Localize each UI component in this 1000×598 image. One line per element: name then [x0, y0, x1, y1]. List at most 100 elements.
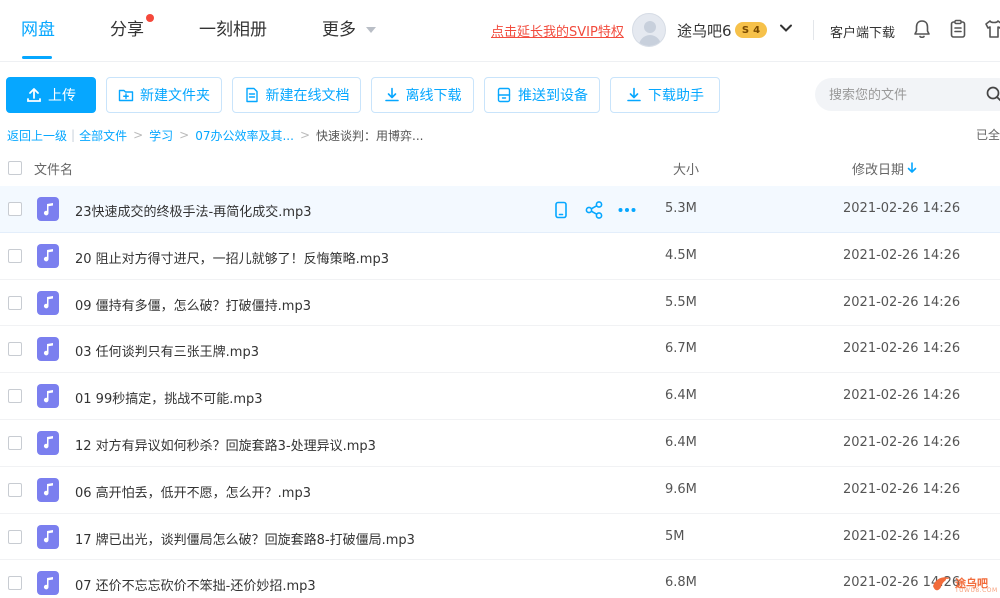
- table-row[interactable]: 06 高开怕丢，低开不愿，怎么开？.mp3 9.6M 2021-02-26 14…: [0, 467, 1000, 514]
- more-dropdown-icon[interactable]: [366, 27, 376, 33]
- file-modified-date: 2021-02-26 14:26: [843, 294, 961, 310]
- share-icon[interactable]: [584, 200, 604, 220]
- audio-file-icon: [37, 477, 59, 502]
- audio-file-icon: [37, 243, 59, 268]
- username[interactable]: 途乌吧6: [677, 20, 732, 41]
- row-checkbox[interactable]: [8, 389, 22, 404]
- offline-download-button[interactable]: 离线下载: [371, 77, 474, 113]
- audio-file-icon: [37, 337, 59, 362]
- file-name[interactable]: 17 牌已出光，谈判僵局怎么破？回旋套路8-打破僵局.mp3: [75, 529, 415, 548]
- more-icon[interactable]: [617, 200, 637, 220]
- file-name[interactable]: 01 99秒搞定，挑战不可能.mp3: [75, 388, 263, 407]
- new-folder-label: 新建文件夹: [140, 88, 210, 104]
- file-name[interactable]: 23快速成交的终极手法-再简化成交.mp3: [75, 201, 312, 220]
- row-checkbox[interactable]: [8, 435, 22, 450]
- row-checkbox[interactable]: [8, 342, 22, 357]
- avatar[interactable]: [632, 13, 666, 47]
- file-modified-date: 2021-02-26 14:26: [843, 341, 961, 357]
- file-modified-date: 2021-02-26 14:26: [843, 481, 961, 497]
- new-online-doc-button[interactable]: 新建在线文档: [232, 77, 361, 113]
- breadcrumb-study[interactable]: 学习: [149, 127, 173, 144]
- audio-file-icon: [37, 571, 59, 596]
- breadcrumb-divider: |: [71, 128, 76, 142]
- row-checkbox[interactable]: [8, 529, 22, 544]
- back-link[interactable]: 返回上一级: [7, 127, 67, 144]
- search-icon[interactable]: [986, 86, 1000, 103]
- column-modified-header[interactable]: 修改日期: [852, 159, 904, 178]
- music-note-icon: [43, 483, 53, 496]
- new-folder-button[interactable]: 新建文件夹: [106, 77, 222, 113]
- music-note-icon: [43, 530, 53, 543]
- file-modified-date: 2021-02-26 14:26: [843, 434, 961, 450]
- file-name[interactable]: 03 任何谈判只有三张王牌.mp3: [75, 341, 259, 360]
- row-checkbox[interactable]: [8, 248, 22, 263]
- file-name[interactable]: 20 阻止对方得寸进尺，一招儿就够了！反悔策略.mp3: [75, 248, 389, 267]
- file-modified-date: 2021-02-26 14:26: [843, 201, 961, 216]
- breadcrumb-office[interactable]: 07办公效率及其...: [195, 127, 294, 144]
- breadcrumb-all-files[interactable]: 全部文件: [79, 127, 127, 144]
- music-note-icon: [43, 202, 53, 215]
- clipboard-icon[interactable]: [947, 18, 969, 40]
- file-name[interactable]: 06 高开怕丢，低开不愿，怎么开？.mp3: [75, 482, 311, 501]
- download-icon: [384, 87, 399, 102]
- table-row[interactable]: 17 牌已出光，谈判僵局怎么破？回旋套路8-打破僵局.mp3 5M 2021-0…: [0, 514, 1000, 561]
- phone-icon[interactable]: [551, 200, 571, 220]
- table-row[interactable]: 23快速成交的终极手法-再简化成交.mp3 5.3M 2021-02-26 14…: [0, 186, 1000, 233]
- file-modified-date: 2021-02-26 14:26: [843, 388, 961, 404]
- vip-level: 4: [753, 24, 761, 36]
- file-name[interactable]: 12 对方有异议如何秒杀？回旋套路3-处理异议.mp3: [75, 435, 376, 454]
- table-row[interactable]: 01 99秒搞定，挑战不可能.mp3 6.4M 2021-02-26 14:26: [0, 373, 1000, 420]
- file-list: 23快速成交的终极手法-再简化成交.mp3 5.3M 2021-02-26 14…: [0, 186, 1000, 598]
- chevron-down-icon[interactable]: [779, 21, 793, 35]
- svip-renew-link[interactable]: 点击延长我的SVIP特权: [491, 21, 624, 40]
- download-helper-button[interactable]: 下载助手: [610, 77, 720, 113]
- breadcrumb-separator: >: [179, 128, 190, 142]
- vip-badge: S 4: [735, 22, 767, 38]
- row-checkbox[interactable]: [8, 202, 22, 216]
- device-icon: [497, 87, 511, 103]
- upload-button[interactable]: 上传: [6, 77, 96, 113]
- table-row[interactable]: 12 对方有异议如何秒杀？回旋套路3-处理异议.mp3 6.4M 2021-02…: [0, 420, 1000, 467]
- file-size: 4.5M: [665, 247, 697, 263]
- file-size: 5.5M: [665, 294, 697, 310]
- table-row[interactable]: 07 还价不忘忘砍价不笨拙-还价妙招.mp3 6.8M 2021-02-26 1…: [0, 560, 1000, 598]
- row-checkbox[interactable]: [8, 482, 22, 497]
- download-helper-icon: [627, 87, 641, 102]
- file-size: 6.8M: [665, 575, 697, 591]
- tab-album[interactable]: 一刻相册: [199, 18, 267, 42]
- row-checkbox[interactable]: [8, 576, 22, 591]
- new-online-doc-label: 新建在线文档: [265, 88, 350, 104]
- new-folder-icon: [118, 89, 134, 102]
- watermark-subtext: TUWU8.COM: [955, 587, 998, 594]
- file-size: 5.3M: [665, 201, 697, 216]
- watermark-logo: 途乌吧 TUWU8.COM: [931, 573, 997, 595]
- loaded-count-text: 已全: [976, 128, 1000, 142]
- table-row[interactable]: 20 阻止对方得寸进尺，一招儿就够了！反悔策略.mp3 4.5M 2021-02…: [0, 233, 1000, 280]
- tab-share[interactable]: 分享: [110, 18, 144, 42]
- table-row[interactable]: 09 僵持有多僵，怎么破？打破僵持.mp3 5.5M 2021-02-26 14…: [0, 280, 1000, 327]
- avatar-head-shape: [644, 21, 656, 33]
- search-input[interactable]: [829, 85, 979, 105]
- file-modified-date: 2021-02-26 14:26: [843, 247, 961, 263]
- push-to-device-label: 推送到设备: [518, 88, 588, 104]
- column-size-header[interactable]: 大小: [673, 159, 699, 178]
- offline-download-label: 离线下载: [405, 88, 462, 104]
- bell-icon[interactable]: [911, 18, 933, 40]
- column-name-header[interactable]: 文件名: [34, 159, 73, 178]
- file-size: 6.4M: [665, 434, 697, 450]
- tab-more[interactable]: 更多: [322, 18, 356, 42]
- top-nav: 网盘 分享 一刻相册 更多 点击延长我的SVIP特权 途乌吧6 S 4 客户端下…: [0, 0, 1000, 62]
- file-name[interactable]: 09 僵持有多僵，怎么破？打破僵持.mp3: [75, 295, 311, 314]
- push-to-device-button[interactable]: 推送到设备: [484, 77, 600, 113]
- tab-netdisk[interactable]: 网盘: [21, 18, 55, 42]
- file-name[interactable]: 07 还价不忘忘砍价不笨拙-还价妙招.mp3: [75, 575, 316, 594]
- row-checkbox[interactable]: [8, 295, 22, 310]
- table-row[interactable]: 03 任何谈判只有三张王牌.mp3 6.7M 2021-02-26 14:26: [0, 326, 1000, 374]
- music-note-icon: [43, 576, 53, 590]
- upload-icon: [27, 88, 41, 102]
- shirt-icon[interactable]: [983, 18, 1000, 40]
- select-all-checkbox[interactable]: [8, 161, 22, 175]
- sort-desc-icon[interactable]: [907, 162, 917, 174]
- client-download-link[interactable]: 客户端下载: [830, 22, 895, 41]
- bird-logo-icon: [933, 577, 950, 591]
